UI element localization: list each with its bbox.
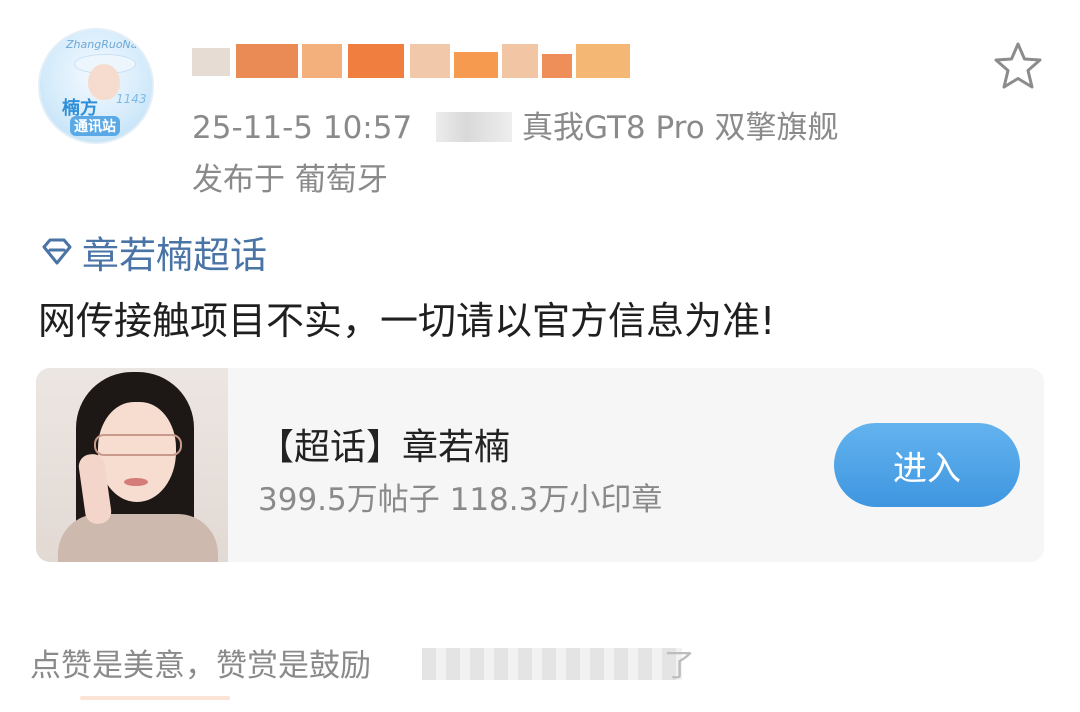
reward-underline — [80, 696, 230, 700]
avatar-sticker: 1143 — [116, 92, 147, 106]
post-location: 发布于 葡萄牙 — [192, 162, 388, 198]
post-timestamp: 25-11-5 10:57 — [192, 110, 413, 146]
avatar[interactable]: ZhangRuoNan 楠方 通讯站 1143 — [38, 28, 154, 144]
post-text: 网传接触项目不实，一切请以官方信息为准! — [38, 299, 776, 343]
diamond-icon — [42, 238, 72, 265]
supertopic-card-title: 【超话】章若楠 — [258, 427, 511, 468]
supertopic-link[interactable]: 章若楠超话 — [38, 230, 267, 277]
source-mask — [436, 112, 513, 142]
supertopic-card[interactable]: 【超话】章若楠 399.5万帖子 118.3万小印章 进入 — [36, 368, 1044, 562]
username-censored[interactable] — [192, 38, 632, 84]
photo-sweater — [58, 514, 218, 562]
supertopic-label: 章若楠超话 — [82, 234, 267, 277]
photo-glasses — [94, 434, 182, 456]
star-outline-icon[interactable] — [990, 40, 1046, 92]
enter-button[interactable]: 进入 — [834, 423, 1020, 507]
photo-lips — [124, 478, 148, 486]
reward-suffix: 了 — [664, 648, 695, 684]
supertopic-card-stats: 399.5万帖子 118.3万小印章 — [258, 482, 663, 518]
avatar-arc-text: ZhangRuoNan — [66, 38, 145, 51]
post-meta: 25-11-5 10:57 真我GT8 Pro 双擎旗舰 — [192, 102, 839, 147]
post-device: 真我GT8 Pro 双擎旗舰 — [522, 110, 839, 146]
supertopic-photo — [36, 368, 228, 562]
reward-row: 点赞是美意，赞赏是鼓励 了 — [30, 640, 1050, 700]
reward-censored-mask — [422, 648, 682, 680]
reward-slogan: 点赞是美意，赞赏是鼓励 — [30, 648, 371, 684]
avatar-badge-line2: 通讯站 — [70, 116, 120, 136]
